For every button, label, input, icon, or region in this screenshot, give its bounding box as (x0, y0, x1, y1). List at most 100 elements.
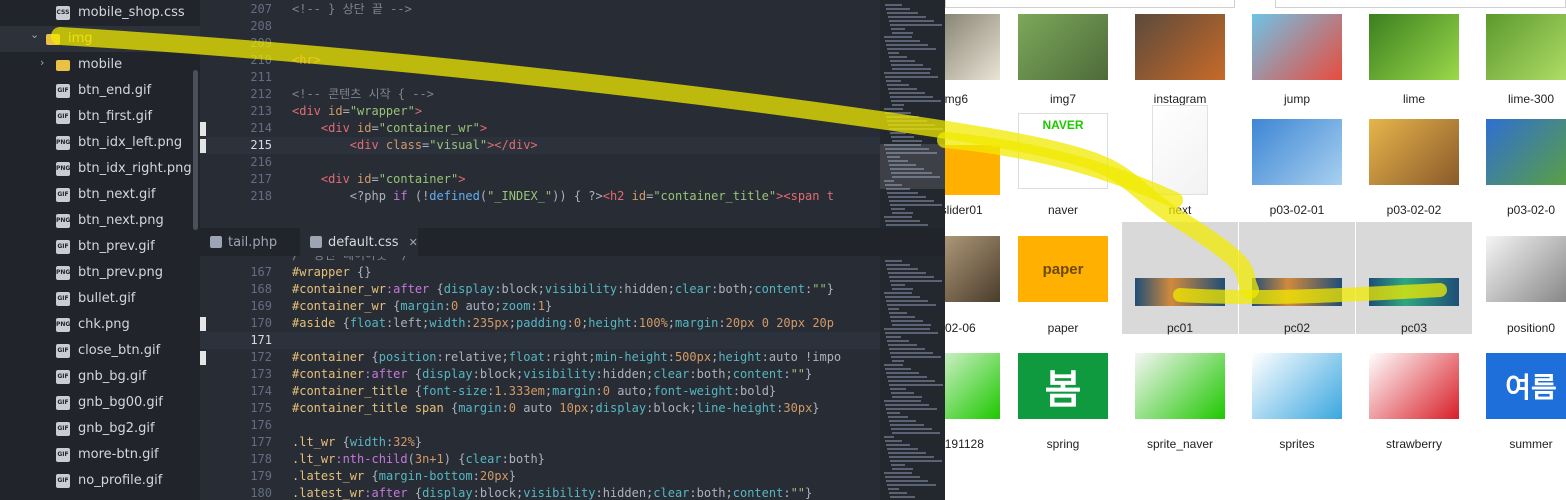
code-line[interactable]: 208 (200, 18, 880, 35)
code-line[interactable]: 168 #container_wr:after {display:block;vi… (200, 281, 880, 298)
tab-default-css[interactable]: default.css ✕ (300, 228, 418, 256)
code-line[interactable]: 180 .latest_wr:after {display:block;visib… (200, 485, 880, 500)
file-item[interactable]: GIF btn_first.gif (0, 104, 200, 130)
file-item[interactable]: PNG chk.png (0, 312, 200, 338)
minimap[interactable] (880, 0, 945, 228)
file-item[interactable]: CSS mobile_shop.css (0, 0, 200, 26)
minimap-line (890, 96, 933, 98)
code-line[interactable]: 178 .lt_wr:nth-child(3n+1) {clear:both} (200, 451, 880, 468)
file-item[interactable]: GIF gnb_bg2.gif (0, 416, 200, 442)
file-item[interactable]: GIF more-btn.gif (0, 442, 200, 468)
file-tile[interactable]: pc03 (1356, 222, 1472, 335)
code-line[interactable]: 207 <!-- } 상단 끝 --> (200, 1, 880, 18)
file-item[interactable]: GIF btn_end.gif (0, 78, 200, 104)
code-token: #container_wr (292, 299, 394, 313)
file-item[interactable]: GIF btn_prev.gif (0, 234, 200, 260)
close-icon[interactable]: ✕ (409, 236, 418, 249)
file-item[interactable]: GIF gnb_bg00.gif (0, 390, 200, 416)
code-line[interactable]: 212 <!-- 콘텐츠 시작 { --> (200, 86, 880, 103)
code-token: 235px (472, 316, 509, 330)
file-tile[interactable]: NAVER naver (1005, 105, 1121, 217)
file-tile[interactable]: strawberry (1356, 339, 1472, 451)
code-token: <div (349, 138, 386, 152)
code-line[interactable]: 175 #container_title span {margin:0 auto … (200, 400, 880, 417)
file-item[interactable]: GIF no_profile.gif (0, 468, 200, 494)
file-item[interactable]: GIF btn_next.gif (0, 182, 200, 208)
code-token: 20px 0 20px 20p (725, 316, 834, 330)
line-number: 173 (250, 367, 272, 381)
code-line[interactable]: 171 (200, 332, 880, 349)
file-tile[interactable]: paper paper (1005, 222, 1121, 335)
folder-item[interactable]: › mobile (0, 52, 200, 78)
file-item[interactable]: GIF bullet.gif (0, 286, 200, 312)
file-tile[interactable]: v_v191128 (945, 339, 1013, 451)
file-tile[interactable]: p03-02-01 (1239, 105, 1355, 217)
minimap-line (888, 272, 926, 274)
file-item[interactable]: PNG btn_prev.png (0, 260, 200, 286)
file-tile[interactable]: sprite_naver (1122, 339, 1238, 451)
file-tile[interactable]: pc01 (1122, 222, 1238, 335)
tab-tail-php[interactable]: tail.php (200, 228, 300, 256)
code-token: <hr> (292, 53, 321, 67)
code-line[interactable]: 211 (200, 69, 880, 86)
folder-item[interactable]: ⌄ img (0, 26, 200, 52)
file-item[interactable]: GIF close_btn.gif (0, 338, 200, 364)
file-tile[interactable]: position0 (1473, 222, 1566, 335)
minimap-viewport[interactable] (880, 144, 945, 189)
file-tile[interactable]: img7 (1005, 0, 1121, 112)
file-tile[interactable]: p03-02-02 (1356, 105, 1472, 217)
minimap-line (887, 448, 918, 450)
code-line[interactable]: 215 <div class="visual"></div> (200, 137, 880, 154)
file-tile[interactable]: next (1122, 105, 1238, 217)
file-tile[interactable]: lime-300 (1473, 0, 1566, 112)
minimap-line (890, 204, 942, 206)
file-item[interactable]: PNG btn_idx_right.png (0, 156, 200, 182)
file-tile[interactable]: instagram (1122, 0, 1238, 112)
minimap-line (885, 112, 911, 114)
file-tile[interactable]: n_slider01 (945, 105, 1013, 217)
code-token: <h2 (602, 189, 632, 203)
code-line[interactable]: 217 <div id="container"> (200, 171, 880, 188)
file-tile[interactable]: jump (1239, 0, 1355, 112)
file-tile[interactable]: img6 (945, 0, 1013, 112)
code-line[interactable]: 213 <div id="wrapper"> (200, 103, 880, 120)
code-line[interactable]: 167 #wrapper {} (200, 264, 880, 281)
file-tile[interactable]: p03-02-0 (1473, 105, 1566, 217)
code-line[interactable]: 170 #aside {float:left;width:235px;paddin… (200, 315, 880, 332)
sidebar-scrollbar[interactable] (193, 70, 198, 230)
code-token: #container (292, 367, 365, 381)
code-token: :nth-child (335, 452, 408, 466)
code-line[interactable]: 176 (200, 417, 880, 434)
code-token: content (732, 367, 784, 381)
file-item[interactable]: PNG btn_next.png (0, 208, 200, 234)
code-token: display (422, 486, 473, 500)
code-line[interactable]: 209 (200, 35, 880, 52)
code-line[interactable]: 177 .lt_wr {width:32%} (200, 434, 880, 451)
file-tile[interactable]: 여름 summer (1473, 339, 1566, 451)
code-line[interactable]: 172 #container {position:relative;float:r… (200, 349, 880, 366)
file-tile[interactable]: pc02 (1239, 222, 1355, 335)
editor-pane-tail-php[interactable]: 207 <!-- } 상단 끝 --> 208 209 210 <hr> 211 212 <!-… (200, 0, 945, 228)
code-line[interactable]: 214 <div id="container_wr"> (200, 120, 880, 137)
code-text: #container_title span {margin:0 auto 10p… (292, 400, 820, 417)
minimap-line (888, 16, 926, 18)
file-tile[interactable]: lime (1356, 0, 1472, 112)
minimap[interactable] (880, 256, 945, 500)
line-number: 210 (250, 53, 272, 67)
code-line[interactable]: 174 #container_title {font-size:1.333em;m… (200, 383, 880, 400)
code-line[interactable]: 169 #container_wr {margin:0 auto;zoom:1} (200, 298, 880, 315)
file-tile[interactable]: 3-02-06 (945, 222, 1013, 335)
chevron-icon[interactable]: ⌄ (30, 28, 39, 41)
code-line[interactable]: 210 <hr> (200, 52, 880, 69)
code-line[interactable]: 173 #container:after {display:block;visib… (200, 366, 880, 383)
code-line[interactable]: 179 .latest_wr {margin-bottom:20px} (200, 468, 880, 485)
code-line[interactable]: 216 (200, 154, 880, 171)
editor-pane-default-css[interactable]: /* 상단 레이아웃 */ 167 #wrapper {} 168 #container… (200, 256, 945, 500)
code-token: > (479, 121, 488, 135)
file-tile[interactable]: sprites (1239, 339, 1355, 451)
file-item[interactable]: GIF gnb_bg.gif (0, 364, 200, 390)
file-item[interactable]: PNG btn_idx_left.png (0, 130, 200, 156)
file-tile[interactable]: 봄 spring (1005, 339, 1121, 451)
code-line[interactable]: 218 <?php if (!defined("_INDEX_")) { ?><… (200, 188, 880, 205)
chevron-icon[interactable]: › (40, 56, 44, 69)
